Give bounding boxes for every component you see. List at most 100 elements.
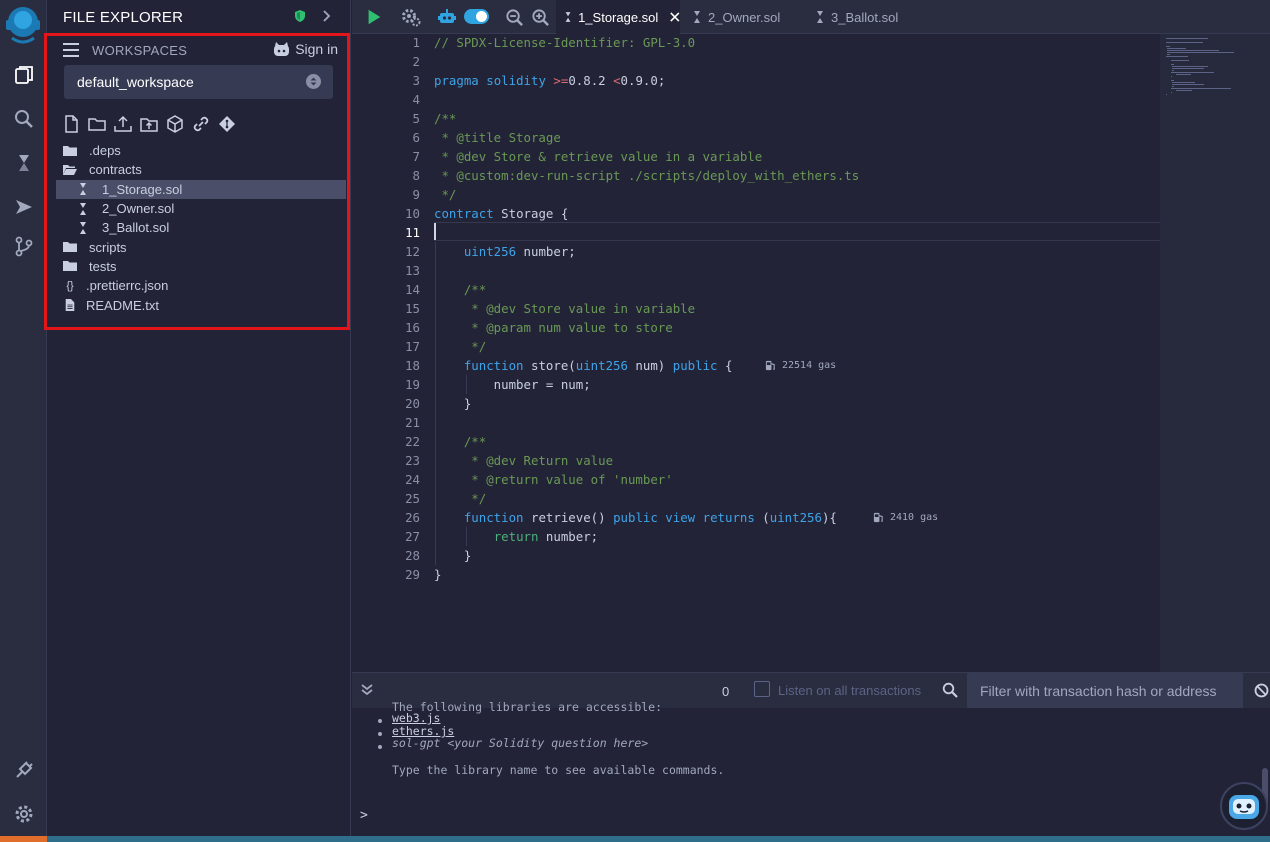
code-line[interactable]: /**: [434, 109, 456, 128]
minimap-line: [1172, 70, 1175, 71]
file-explorer-icon[interactable]: [0, 55, 47, 95]
copilot-toggle[interactable]: [464, 9, 489, 24]
minimap-line: [1166, 42, 1204, 43]
tab-3-ballot[interactable]: 3_Ballot.sol: [815, 0, 925, 34]
git-clone-icon[interactable]: [218, 115, 236, 133]
zoom-in-icon[interactable]: [530, 7, 550, 27]
ai-copilot-icon[interactable]: [437, 7, 457, 27]
link-icon[interactable]: [192, 115, 210, 133]
chevron-right-icon[interactable]: [319, 9, 333, 23]
code-line[interactable]: number = num;: [434, 375, 591, 394]
tree-item-2-owner-sol[interactable]: 2_Owner.sol: [56, 199, 346, 218]
gas-value: 2410 gas: [890, 512, 939, 523]
tree-item-label: 3_Ballot.sol: [102, 220, 170, 236]
tree-item-scripts[interactable]: scripts: [56, 237, 346, 256]
code-line[interactable]: function retrieve() public view returns …: [434, 508, 837, 527]
icon-rail: [0, 0, 57, 842]
terminal-output[interactable]: The following libraries are accessible: …: [352, 700, 1270, 836]
code-line[interactable]: * @dev Store & retrieve value in a varia…: [434, 147, 762, 166]
web3-link[interactable]: web3.js: [392, 711, 440, 725]
line-number: 9: [412, 187, 420, 202]
minimap-line: [1166, 46, 1170, 47]
minimap-line: [1170, 80, 1175, 81]
code-line[interactable]: * @return value of 'number': [434, 470, 672, 489]
github-icon: [274, 41, 290, 56]
code-line[interactable]: }: [434, 394, 471, 413]
clear-terminal-icon[interactable]: [1254, 683, 1269, 698]
line-number: 4: [412, 92, 420, 107]
code-line[interactable]: uint256 number;: [434, 242, 576, 261]
git-icon[interactable]: [0, 226, 47, 266]
code-line[interactable]: pragma solidity >=0.8.2 <0.9.0;: [434, 71, 665, 90]
line-number: 3: [412, 73, 420, 88]
workspace-select-value: default_workspace: [77, 74, 194, 90]
minimap-line: [1166, 56, 1188, 57]
code-line[interactable]: }: [434, 565, 441, 584]
minimap-line: [1172, 82, 1195, 83]
code-line[interactable]: * @title Storage: [434, 128, 560, 147]
indent-guide: [466, 375, 467, 394]
code-line[interactable]: /**: [434, 432, 486, 451]
code-line[interactable]: * @dev Store value in variable: [434, 299, 695, 318]
new-folder-icon[interactable]: [88, 115, 106, 133]
close-tab-icon[interactable]: [670, 11, 680, 23]
code-editor[interactable]: 1 2 3 4 5 6 7 8 9 10 11 12 13 14 15 16 17 18 19 20 21 22 23 24 2…: [352, 34, 1270, 672]
package-icon[interactable]: [166, 115, 184, 133]
hamburger-menu-icon[interactable]: [63, 43, 81, 57]
settings-gear-icon[interactable]: [0, 794, 47, 834]
text-cursor: [434, 223, 436, 240]
code-area[interactable]: // SPDX-License-Identifier: GPL-3.0 pragm…: [434, 34, 1160, 672]
code-line[interactable]: // SPDX-License-Identifier: GPL-3.0: [434, 33, 695, 52]
line-number: 25: [405, 491, 420, 506]
bullet: [378, 745, 382, 749]
tab-2-owner[interactable]: 2_Owner.sol: [692, 0, 802, 34]
tree-item-deps[interactable]: .deps: [56, 141, 346, 160]
run-script-icon[interactable]: [364, 7, 384, 27]
code-line[interactable]: */: [434, 185, 456, 204]
workspace-select[interactable]: default_workspace: [64, 65, 333, 99]
terminal-line: Type the library name to see available c…: [392, 763, 725, 777]
code-line[interactable]: return number;: [434, 527, 598, 546]
deploy-run-icon[interactable]: [0, 187, 47, 227]
tree-item-readme-txt[interactable]: README.txt: [56, 295, 346, 314]
code-line[interactable]: }: [434, 546, 471, 565]
plugin-manager-icon[interactable]: [0, 750, 47, 790]
shield-icon[interactable]: [293, 9, 307, 23]
tree-item-prettierrc-json[interactable]: {} .prettierrc.json: [56, 276, 346, 295]
minimap[interactable]: [1160, 34, 1270, 672]
settings-cogs-icon[interactable]: [401, 7, 421, 27]
upload-file-icon[interactable]: [114, 115, 132, 133]
tree-item-contracts[interactable]: contracts: [56, 160, 346, 179]
tree-item-3-ballot-sol[interactable]: 3_Ballot.sol: [56, 218, 346, 237]
tx-filter-input[interactable]: [967, 673, 1243, 709]
new-file-icon[interactable]: [62, 115, 80, 133]
ai-assistant-icon[interactable]: [1220, 782, 1268, 830]
zoom-out-icon[interactable]: [504, 7, 524, 27]
minimap-line: [1170, 72, 1214, 73]
minimap-line: [1172, 84, 1205, 85]
code-line[interactable]: * @dev Return value: [434, 451, 613, 470]
search-icon: [942, 682, 958, 698]
code-line[interactable]: * @param num value to store: [434, 318, 672, 337]
listen-all-checkbox[interactable]: [754, 681, 770, 697]
solidity-compiler-icon[interactable]: [0, 143, 47, 183]
code-line[interactable]: /**: [434, 280, 486, 299]
code-line[interactable]: */: [434, 337, 486, 356]
tab-1-storage[interactable]: 1_Storage.sol: [556, 0, 680, 34]
code-line[interactable]: * @custom:dev-run-script ./scripts/deplo…: [434, 166, 859, 185]
line-number: 13: [405, 263, 420, 278]
line-number: 7: [412, 149, 420, 164]
tab-label: 2_Owner.sol: [708, 9, 781, 25]
tree-item-1-storage-sol[interactable]: 1_Storage.sol: [56, 179, 346, 199]
editor-toolbar: [352, 0, 1270, 34]
remix-logo-icon[interactable]: [4, 4, 42, 44]
search-icon[interactable]: [0, 99, 47, 139]
collapse-terminal-icon[interactable]: [360, 683, 374, 697]
code-line[interactable]: contract Storage {: [434, 204, 568, 223]
terminal-prompt[interactable]: >: [360, 808, 368, 823]
code-line[interactable]: */: [434, 489, 486, 508]
sign-in-button[interactable]: Sign in: [273, 41, 338, 57]
tree-item-tests[interactable]: tests: [56, 257, 346, 276]
upload-folder-icon[interactable]: [140, 115, 158, 133]
code-line[interactable]: function store(uint256 num) public {: [434, 356, 733, 375]
